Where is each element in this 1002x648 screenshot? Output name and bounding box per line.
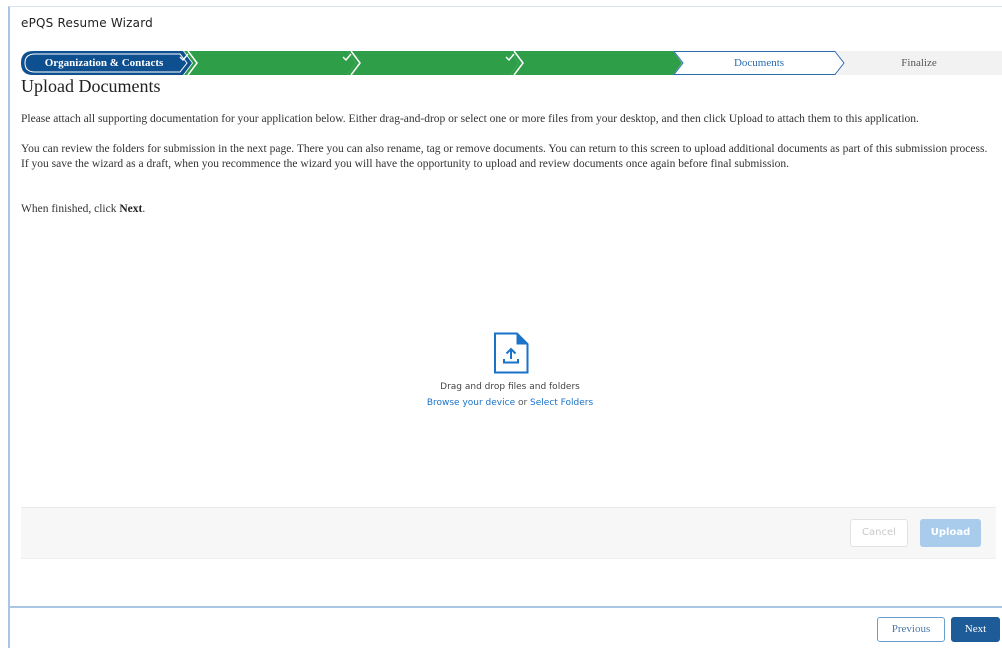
- finish-prefix: When finished, click: [21, 203, 120, 215]
- check-icon: [505, 53, 515, 62]
- finish-suffix: .: [142, 203, 146, 215]
- dropzone-links: Browse your device or Select Folders: [350, 398, 670, 408]
- window-title: ePQS Resume Wizard: [21, 16, 153, 30]
- finish-keyword: Next: [119, 203, 143, 215]
- next-button[interactable]: Next: [951, 617, 1000, 642]
- step-organization-contacts[interactable]: Organization & Contacts: [21, 51, 193, 75]
- step-complete-2[interactable]: [342, 50, 519, 76]
- finish-instruction: When finished, click Next.: [21, 202, 996, 217]
- step-shape: [510, 50, 682, 76]
- review-paragraph: You can review the folders for submissio…: [21, 143, 988, 170]
- cancel-button[interactable]: Cancel: [850, 519, 908, 547]
- browse-device-link[interactable]: Browse your device: [427, 398, 515, 408]
- step-complete-1[interactable]: [179, 50, 356, 76]
- check-icon: [179, 53, 189, 62]
- step-shape: [184, 50, 356, 76]
- upload-action-bar: Cancel Upload: [21, 507, 996, 559]
- step-label: Organization & Contacts: [44, 57, 164, 69]
- select-folders-link[interactable]: Select Folders: [530, 398, 593, 408]
- previous-button[interactable]: Previous: [877, 617, 945, 642]
- link-separator: or: [515, 398, 531, 408]
- step-label: Finalize: [901, 57, 937, 69]
- wizard-step-bar: Organization & Contacts Documents Finali…: [21, 50, 1002, 76]
- file-upload-icon[interactable]: [493, 332, 529, 374]
- step-label: Documents: [733, 57, 785, 69]
- instructions-paragraph: Please attach all supporting documentati…: [21, 113, 919, 125]
- step-complete-3[interactable]: [505, 50, 682, 76]
- dropzone-instruction: Drag and drop files and folders: [440, 382, 580, 392]
- upload-button[interactable]: Upload: [920, 519, 981, 547]
- step-shape: [347, 50, 519, 76]
- step-finalize[interactable]: Finalize: [836, 51, 1002, 75]
- check-icon: [342, 53, 352, 62]
- page-title: Upload Documents: [21, 76, 161, 96]
- footer-divider: [10, 606, 1002, 608]
- step-documents[interactable]: Documents: [672, 51, 845, 75]
